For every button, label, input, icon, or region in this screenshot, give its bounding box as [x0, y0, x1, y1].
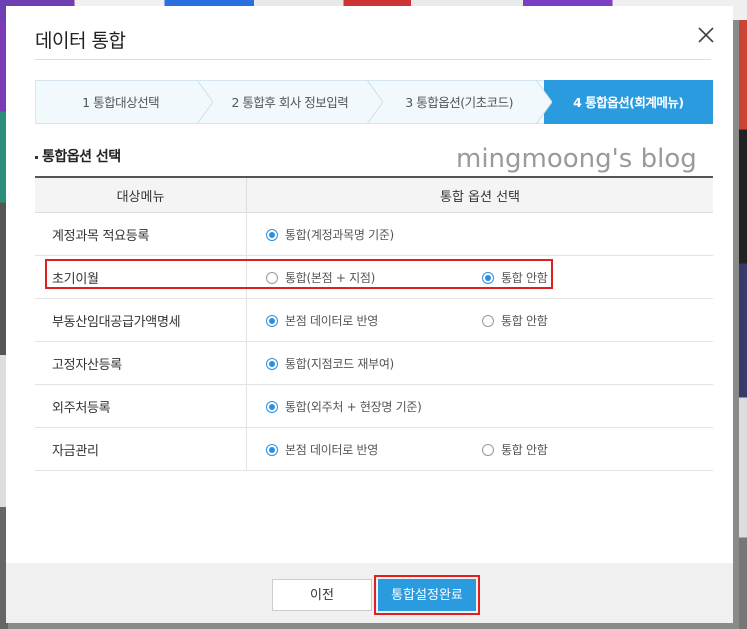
column-header-menu: 대상메뉴	[35, 176, 247, 213]
chevron-right-icon	[535, 80, 552, 124]
step-3: 3 통합옵션(기초코드)	[374, 80, 552, 124]
menu-name: 자금관리	[35, 427, 247, 471]
radio-checked-icon	[266, 357, 278, 370]
radio-unchecked-icon	[482, 314, 494, 327]
background-app-right	[739, 20, 747, 629]
radio-unchecked-icon	[266, 271, 278, 284]
table-row: 외주처등록 통합(외주처 + 현장명 기준)	[35, 384, 713, 428]
radio-checked-icon	[482, 271, 494, 284]
dialog-header: 데이터 통합	[6, 6, 733, 66]
step-label: 2 통합후 회사 정보입력	[231, 95, 349, 110]
radio-option[interactable]: 통합(계정과목명 기준)	[266, 226, 394, 243]
radio-label: 통합 안함	[501, 271, 548, 285]
radio-label: 통합(본점 + 지점)	[285, 271, 375, 285]
table-row: 고정자산등록 통합(지점코드 재부여)	[35, 341, 713, 385]
table-row: 계정과목 적요등록 통합(계정과목명 기준)	[35, 212, 713, 256]
radio-unchecked-icon	[482, 443, 494, 456]
option-cell: 통합(본점 + 지점) 통합 안함	[246, 255, 713, 299]
option-cell: 통합(계정과목명 기준)	[246, 212, 713, 256]
options-table: 대상메뉴 통합 옵션 선택 계정과목 적요등록 통합(계정과목명 기준) 초기이…	[35, 176, 713, 471]
radio-option[interactable]: 통합 안함	[482, 441, 548, 458]
close-icon[interactable]	[697, 26, 715, 44]
complete-button[interactable]: 통합설정완료	[378, 579, 476, 611]
step-indicator: 1 통합대상선택 2 통합후 회사 정보입력 3 통합옵션(기초코드) 4 통합…	[35, 80, 713, 124]
menu-name: 부동산임대공급가액명세	[35, 298, 247, 342]
step-label: 3 통합옵션(기초코드)	[405, 95, 513, 110]
radio-option[interactable]: 통합(외주처 + 현장명 기준)	[266, 398, 422, 415]
step-4-active: 4 통합옵션(회계메뉴)	[543, 80, 713, 124]
radio-option[interactable]: 통합 안함	[482, 312, 548, 329]
radio-label: 통합 안함	[501, 314, 548, 328]
radio-checked-icon	[266, 443, 278, 456]
watermark: mingmoong's blog	[456, 144, 697, 174]
radio-option[interactable]: 통합(지점코드 재부여)	[266, 355, 394, 372]
radio-option[interactable]: 본점 데이터로 반영	[266, 441, 378, 458]
menu-name: 외주처등록	[35, 384, 247, 428]
radio-option[interactable]: 통합(본점 + 지점)	[266, 269, 375, 286]
radio-checked-icon	[266, 228, 278, 241]
divider	[35, 59, 711, 60]
prev-button[interactable]: 이전	[272, 579, 372, 611]
step-label: 4 통합옵션(회계메뉴)	[573, 95, 684, 110]
option-cell: 통합(지점코드 재부여)	[246, 341, 713, 385]
table-row: 자금관리 본점 데이터로 반영 통합 안함	[35, 427, 713, 471]
radio-label: 통합(외주처 + 현장명 기준)	[285, 400, 422, 414]
section-title-text: 통합옵션 선택	[42, 149, 121, 165]
data-integration-dialog: 데이터 통합 1 통합대상선택 2 통합후 회사 정보입력 3 통합옵션(기초코…	[6, 6, 733, 623]
table-header-row: 대상메뉴 통합 옵션 선택	[35, 176, 713, 213]
menu-name: 초기이월	[35, 255, 247, 299]
option-cell: 본점 데이터로 반영 통합 안함	[246, 427, 713, 471]
step-1: 1 통합대상선택	[35, 80, 214, 124]
bullet-icon	[35, 155, 38, 159]
radio-label: 통합(지점코드 재부여)	[285, 357, 394, 371]
radio-option[interactable]: 통합 안함	[482, 269, 548, 286]
chevron-right-icon	[197, 80, 214, 124]
section-title: 통합옵션 선택	[35, 146, 121, 166]
radio-checked-icon	[266, 400, 278, 413]
radio-label: 통합 안함	[501, 443, 548, 457]
chevron-right-icon	[366, 80, 383, 124]
dialog-title: 데이터 통합	[35, 30, 126, 52]
column-header-options: 통합 옵션 선택	[246, 176, 713, 213]
step-2: 2 통합후 회사 정보입력	[205, 80, 383, 124]
radio-checked-icon	[266, 314, 278, 327]
radio-label: 통합(계정과목명 기준)	[285, 228, 394, 242]
radio-label: 본점 데이터로 반영	[285, 314, 378, 328]
table-row: 초기이월 통합(본점 + 지점) 통합 안함	[35, 255, 713, 299]
step-label: 1 통합대상선택	[82, 95, 160, 110]
option-cell: 본점 데이터로 반영 통합 안함	[246, 298, 713, 342]
menu-name: 고정자산등록	[35, 341, 247, 385]
radio-option[interactable]: 본점 데이터로 반영	[266, 312, 378, 329]
radio-label: 본점 데이터로 반영	[285, 443, 378, 457]
option-cell: 통합(외주처 + 현장명 기준)	[246, 384, 713, 428]
menu-name: 계정과목 적요등록	[35, 212, 247, 256]
table-row: 부동산임대공급가액명세 본점 데이터로 반영 통합 안함	[35, 298, 713, 342]
